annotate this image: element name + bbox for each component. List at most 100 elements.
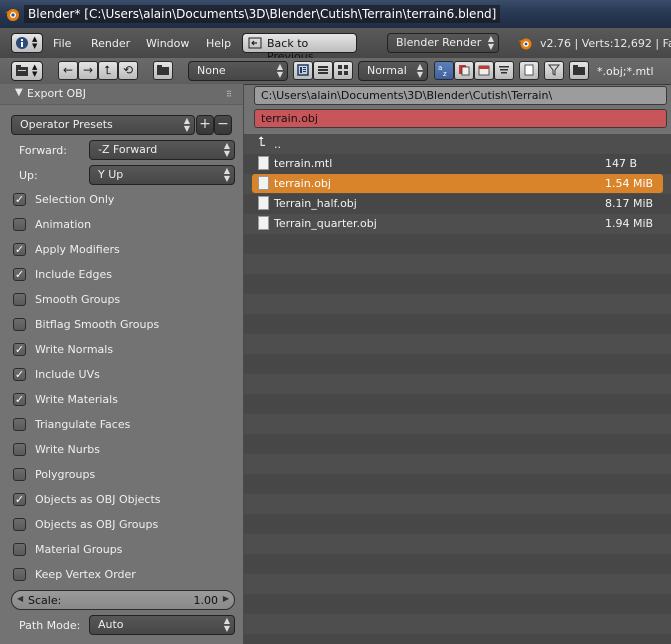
- increment-arrow-icon[interactable]: ▶: [223, 594, 229, 603]
- scene-stats: v2.76 | Verts:12,692 | Fac: [540, 37, 671, 50]
- sort-time-button[interactable]: [474, 61, 494, 80]
- checkbox-checked-icon[interactable]: ✓: [13, 243, 26, 256]
- checkbox-unchecked-icon[interactable]: [13, 218, 26, 231]
- option-label: Write Materials: [35, 393, 118, 406]
- editor-type-button[interactable]: ▲ ▼: [11, 33, 43, 53]
- drag-grip-icon[interactable]: ⠿: [226, 90, 232, 99]
- file-size: 1.94 MiB: [605, 217, 654, 230]
- filter-button[interactable]: [544, 61, 564, 80]
- blender-logo-icon: [518, 38, 532, 50]
- hide-dot-files-button[interactable]: [519, 61, 539, 80]
- menu-render[interactable]: Render: [91, 37, 130, 50]
- plus-icon: +: [199, 116, 211, 132]
- option-label: Keep Vertex Order: [35, 568, 136, 581]
- display-size-dropdown[interactable]: Normal ▲ ▼: [358, 61, 428, 81]
- sort-alpha-button[interactable]: a z: [434, 61, 454, 80]
- file-row[interactable]: terrain.mtl 147 B: [252, 154, 663, 173]
- checkbox-unchecked-icon[interactable]: [13, 568, 26, 581]
- forward-button[interactable]: →: [78, 61, 98, 80]
- up-axis-dropdown[interactable]: Y Up ▲ ▼: [89, 165, 235, 185]
- checkbox-checked-icon[interactable]: ✓: [13, 368, 26, 381]
- svg-text:a: a: [438, 64, 442, 72]
- file-icon: [258, 176, 269, 190]
- menu-file[interactable]: File: [53, 37, 71, 50]
- short-list-view-button[interactable]: [293, 61, 313, 80]
- checkbox-checked-icon[interactable]: ✓: [13, 193, 26, 206]
- scale-field[interactable]: ◀ Scale: 1.00 ▶: [11, 590, 235, 610]
- file-row[interactable]: Terrain_quarter.obj 1.94 MiB: [252, 214, 663, 233]
- add-preset-button[interactable]: +: [196, 115, 214, 135]
- checkbox-unchecked-icon[interactable]: [13, 418, 26, 431]
- checkbox-checked-icon[interactable]: ✓: [13, 393, 26, 406]
- render-engine-dropdown[interactable]: Blender Render ▲ ▼: [387, 33, 499, 53]
- checkbox-unchecked-icon[interactable]: [13, 293, 26, 306]
- file-size: 147 B: [605, 157, 638, 170]
- checkbox-checked-icon[interactable]: ✓: [13, 493, 26, 506]
- up-label: Up:: [19, 169, 38, 182]
- menu-window[interactable]: Window: [146, 37, 189, 50]
- filename-input[interactable]: terrain.obj: [254, 109, 667, 128]
- directory-path-input[interactable]: C:\Users\alain\Documents\3D\Blender\Cuti…: [254, 86, 667, 105]
- recent-dropdown[interactable]: None ▲ ▼: [188, 61, 288, 81]
- menu-help[interactable]: Help: [206, 37, 231, 50]
- chevron-updown-icon: ▲ ▼: [276, 62, 283, 79]
- detail-list-icon: [318, 66, 328, 74]
- checkbox-unchecked-icon[interactable]: [13, 443, 26, 456]
- decrement-arrow-icon[interactable]: ◀: [17, 594, 23, 603]
- refresh-button[interactable]: ⟲: [118, 61, 138, 80]
- path-mode-label: Path Mode:: [19, 619, 81, 632]
- option-label: Material Groups: [35, 543, 123, 556]
- info-header: ▲ ▼ File Render Window Help Back to Previ…: [0, 28, 671, 63]
- option-label: Polygroups: [35, 468, 96, 481]
- operator-presets-dropdown[interactable]: Operator Presets ▲ ▼: [11, 115, 195, 135]
- checkbox-unchecked-icon[interactable]: [13, 543, 26, 556]
- forward-axis-dropdown[interactable]: -Z Forward ▲ ▼: [89, 140, 235, 160]
- checkbox-unchecked-icon[interactable]: [13, 318, 26, 331]
- chevron-updown-icon: ▲ ▼: [32, 35, 38, 50]
- checkbox-unchecked-icon[interactable]: [13, 518, 26, 531]
- back-to-previous-button[interactable]: Back to Previous: [242, 33, 357, 63]
- checkbox-checked-icon[interactable]: ✓: [13, 268, 26, 281]
- file-row[interactable]: terrain.obj 1.54 MiB: [252, 174, 663, 193]
- path-mode-dropdown[interactable]: Auto ▲ ▼: [89, 615, 235, 635]
- back-button[interactable]: ←: [58, 61, 78, 80]
- option-label: Write Nurbs: [35, 443, 100, 456]
- long-list-view-button[interactable]: [313, 61, 333, 80]
- new-directory-button[interactable]: [153, 61, 173, 80]
- parent-directory-item[interactable]: ⮤ ..: [252, 135, 663, 154]
- file-size: 8.17 MiB: [605, 197, 654, 210]
- info-icon: [16, 37, 28, 49]
- sort-size-button[interactable]: [494, 61, 514, 80]
- chevron-updown-icon: ▲ ▼: [223, 141, 230, 158]
- export-obj-panel-header[interactable]: ▼ Export OBJ ⠿: [0, 84, 243, 105]
- parent-directory-button[interactable]: ⮤: [98, 61, 118, 80]
- option-label: Objects as OBJ Groups: [35, 518, 159, 531]
- file-browser-header: ▲ ▼ ← → ⮤ ⟲ None ▲ ▼ Normal ▲ ▼ a z *.ob…: [0, 58, 671, 85]
- scale-label: Scale:: [28, 594, 62, 607]
- sort-time-icon: [478, 65, 490, 76]
- folder-icon: [157, 65, 169, 75]
- option-label: Apply Modifiers: [35, 243, 120, 256]
- disclosure-triangle-icon: ▼: [15, 87, 23, 98]
- checkbox-unchecked-icon[interactable]: [13, 468, 26, 481]
- thumbnail-view-button[interactable]: [333, 61, 353, 80]
- file-row[interactable]: Terrain_half.obj 8.17 MiB: [252, 194, 663, 213]
- display-size-value: Normal: [367, 64, 407, 77]
- sort-extension-button[interactable]: [454, 61, 474, 80]
- filter-icon: [547, 64, 561, 76]
- window-title: Blender* [C:\Users\alain\Documents\3D\Bl…: [24, 5, 501, 23]
- checkbox-checked-icon[interactable]: ✓: [13, 343, 26, 356]
- option-label: Objects as OBJ Objects: [35, 493, 161, 506]
- editor-type-button[interactable]: ▲ ▼: [11, 61, 43, 81]
- list-icon: [297, 64, 309, 76]
- window-titlebar: Blender* [C:\Users\alain\Documents\3D\Bl…: [0, 0, 671, 28]
- option-label: Selection Only: [35, 193, 115, 206]
- chevron-updown-icon: ▲ ▼: [223, 616, 230, 633]
- remove-preset-button[interactable]: −: [214, 115, 232, 135]
- file-name: terrain.obj: [274, 177, 331, 190]
- option-label: Smooth Groups: [35, 293, 121, 306]
- forward-label: Forward:: [19, 144, 67, 157]
- option-label: Animation: [35, 218, 92, 231]
- filter-folder-button[interactable]: [569, 61, 589, 80]
- chevron-updown-icon: ▲ ▼: [223, 166, 230, 183]
